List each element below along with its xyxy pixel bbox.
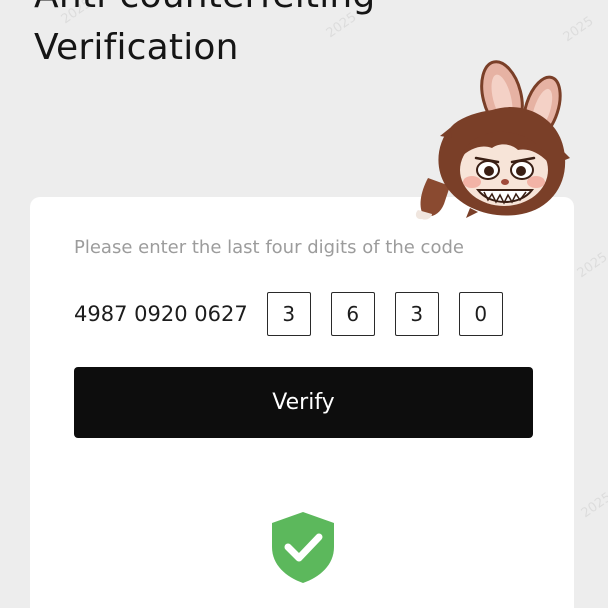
watermark-text: 2025 (560, 13, 597, 46)
digit-input-2[interactable]: 6 (330, 292, 375, 336)
digit-input-1[interactable]: 3 (266, 292, 311, 336)
instruction-text: Please enter the last four digits of the… (74, 237, 464, 258)
page-title-line-1: Anti-counterfeiting (34, 0, 375, 22)
page-title: Anti-counterfeiting Verification (34, 0, 375, 74)
digit-input-4[interactable]: 0 (458, 292, 503, 336)
watermark-text: 2025 (574, 249, 608, 282)
code-row: 4987 0920 0627 3 6 3 0 (74, 289, 503, 339)
mascot-character-illustration (415, 60, 570, 220)
page-title-line-2: Verification (34, 27, 239, 68)
verification-card: Please enter the last four digits of the… (30, 197, 574, 608)
shield-check-icon (272, 512, 334, 583)
verify-button[interactable]: Verify (74, 367, 533, 438)
code-prefix: 4987 0920 0627 (74, 302, 248, 326)
watermark-text: 2025 (578, 489, 608, 522)
digit-input-3[interactable]: 3 (394, 292, 439, 336)
